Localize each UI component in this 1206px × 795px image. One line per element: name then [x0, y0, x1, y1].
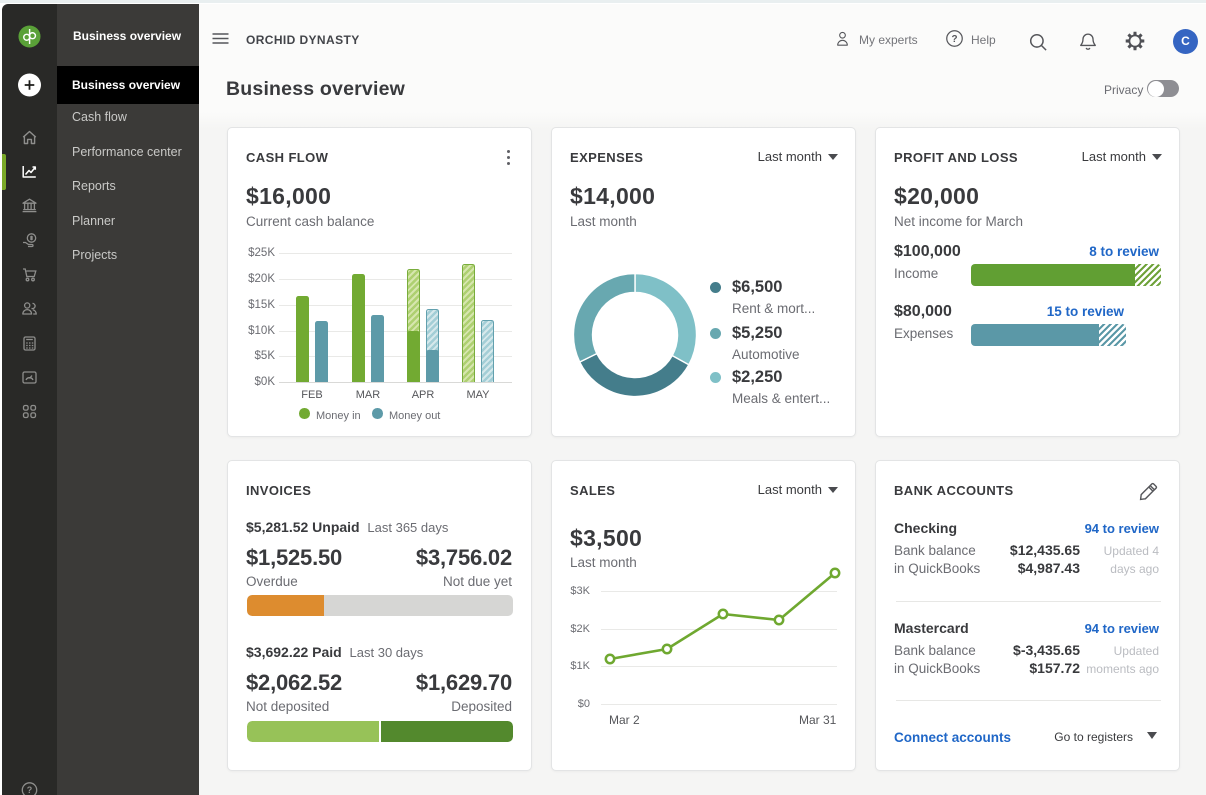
svg-text:?: ? [951, 34, 957, 45]
svg-text:?: ? [27, 785, 33, 795]
